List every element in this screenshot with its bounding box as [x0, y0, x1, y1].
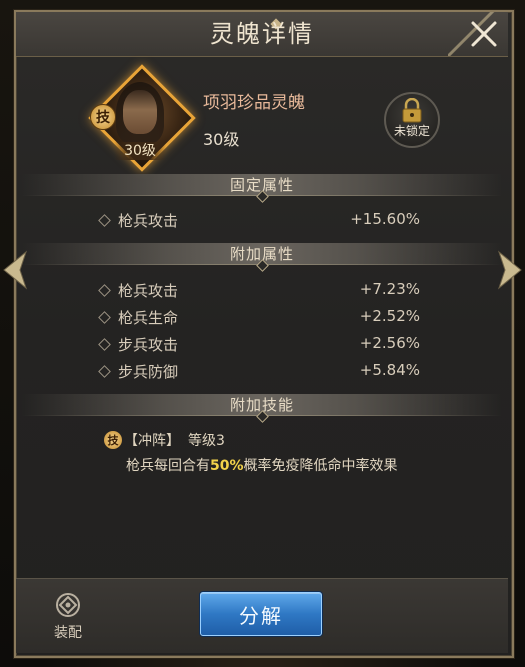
extra-stat-row: 枪兵攻击 +7.23%: [98, 280, 420, 302]
skill-desc-suffix: 概率免疫降低命中率效果: [243, 458, 398, 474]
soul-level: 30级: [203, 130, 240, 149]
equip-label: 装配: [54, 625, 82, 641]
stat-value: +5.84%: [359, 361, 420, 379]
diamond-bullet-icon: [98, 284, 111, 297]
extra-skill-header: 附加技能: [22, 394, 502, 423]
decompose-button[interactable]: 分解: [200, 592, 322, 636]
arrow-left-icon[interactable]: [0, 248, 30, 292]
equip-button[interactable]: 装配: [48, 590, 88, 642]
extra-stat-row: 枪兵生命 +2.52%: [98, 307, 420, 329]
stat-name: 步兵防御: [118, 363, 179, 381]
stat-name: 枪兵攻击: [118, 282, 179, 300]
portrait-level: 30级: [114, 142, 166, 160]
stat-value: +15.60%: [350, 210, 420, 228]
soul-portrait: 技 30级: [88, 64, 196, 172]
soul-name: 项羽珍品灵魄: [203, 93, 305, 113]
lock-toggle-button[interactable]: 未锁定: [384, 92, 440, 148]
close-button[interactable]: [460, 12, 508, 56]
skill-badge-icon: 技: [104, 431, 122, 449]
fixed-attributes-header: 固定属性: [22, 174, 502, 203]
extra-stat-row: 步兵攻击 +2.56%: [98, 334, 420, 356]
padlock-icon: [402, 98, 422, 123]
skill-desc-prefix: 枪兵每回合有: [126, 458, 210, 474]
fixed-stat-row: 枪兵攻击 +15.60%: [98, 210, 420, 232]
hero-face: [123, 90, 157, 134]
stat-name: 枪兵攻击: [118, 212, 179, 230]
diamond-bullet-icon: [98, 365, 111, 378]
skill-description: 枪兵每回合有50%概率免疫降低命中率效果: [126, 455, 398, 475]
skill-badge: 技: [90, 104, 116, 130]
stat-name: 步兵攻击: [118, 336, 179, 354]
skill-title-line: 技 【冲阵】 等级3: [104, 430, 225, 450]
arrow-right-icon[interactable]: [495, 248, 525, 292]
page-title: 灵魄详情: [210, 20, 314, 48]
lock-label: 未锁定: [393, 124, 430, 138]
diamond-bullet-icon: [98, 214, 111, 227]
stat-value: +2.56%: [359, 334, 420, 352]
stat-value: +2.52%: [359, 307, 420, 325]
equip-slot-icon: [56, 593, 80, 617]
diamond-bullet-icon: [98, 311, 111, 324]
skill-desc-highlight: 50%: [210, 458, 244, 474]
skill-name: 【冲阵】: [124, 433, 180, 449]
skill-level: 等级3: [188, 433, 225, 449]
extra-attributes-header: 附加属性: [22, 243, 502, 272]
diamond-bullet-icon: [98, 338, 111, 351]
stat-value: +7.23%: [359, 280, 420, 298]
stat-name: 枪兵生命: [118, 309, 179, 327]
title-bar: 灵魄详情: [16, 12, 508, 57]
extra-stat-row: 步兵防御 +5.84%: [98, 361, 420, 383]
close-icon: [471, 21, 497, 47]
